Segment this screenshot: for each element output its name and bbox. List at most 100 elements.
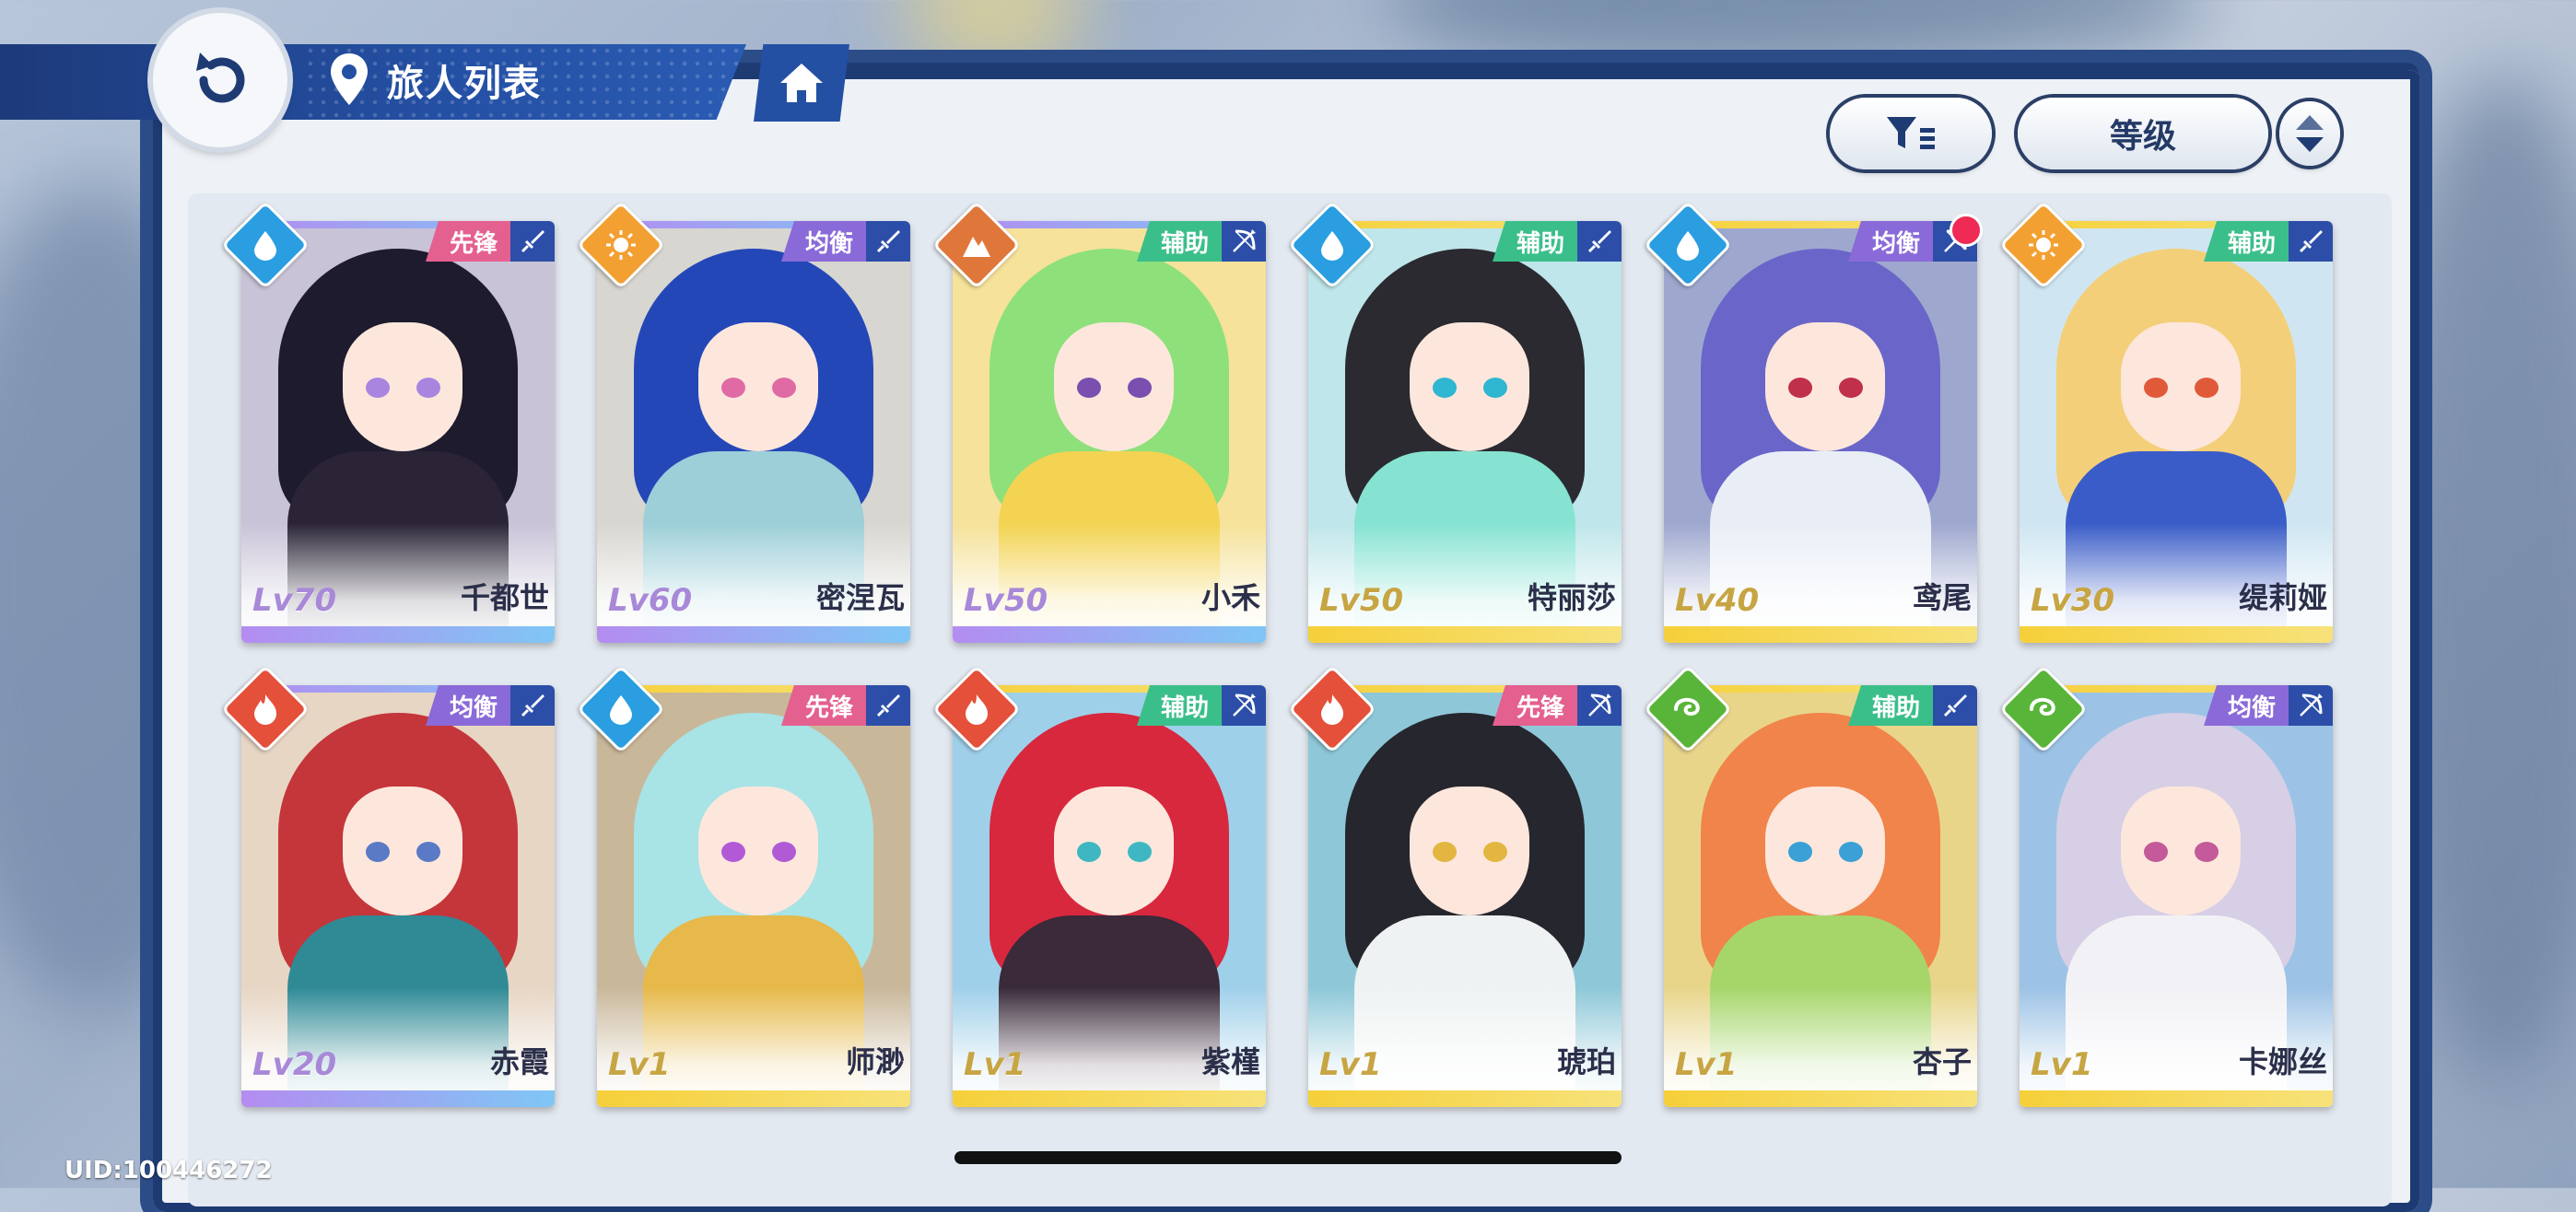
role-label: 辅助 xyxy=(2203,221,2289,262)
character-card[interactable]: Lv50 特丽莎 辅助 xyxy=(1287,200,1622,643)
card-portrait: Lv1 杏子 辅助 xyxy=(1664,685,1977,1107)
sun-element-icon xyxy=(606,230,636,260)
card-portrait: Lv1 琥珀 先锋 xyxy=(1308,685,1622,1107)
rarity-bar xyxy=(1308,626,1622,643)
character-level: Lv1 xyxy=(608,1046,671,1083)
rarity-bar xyxy=(953,626,1266,643)
character-name: 小禾 xyxy=(1200,580,1260,615)
character-level: Lv70 xyxy=(252,582,337,619)
character-level: Lv1 xyxy=(1675,1046,1738,1083)
home-button[interactable] xyxy=(754,44,849,122)
role-label: 均衡 xyxy=(1847,221,1933,262)
sword-weapon-icon xyxy=(521,694,544,717)
character-card[interactable]: Lv1 琥珀 先锋 xyxy=(1287,664,1622,1107)
water-element-icon xyxy=(1321,231,1343,261)
character-card[interactable]: Lv1 师渺 先锋 xyxy=(576,664,910,1107)
role-tag: 先锋 xyxy=(780,685,910,726)
character-name: 赤霞 xyxy=(489,1044,549,1079)
character-card[interactable]: Lv30 缇莉娅 辅助 xyxy=(1998,200,2333,643)
back-button[interactable] xyxy=(153,13,287,147)
weapon-badge xyxy=(510,221,555,262)
character-name: 密涅瓦 xyxy=(815,580,905,615)
weapon-badge xyxy=(866,221,910,262)
role-label: 先锋 xyxy=(1492,685,1577,726)
card-portrait: Lv30 缇莉娅 辅助 xyxy=(2020,221,2333,643)
water-element-icon xyxy=(610,695,632,725)
filter-button[interactable] xyxy=(1830,98,1992,169)
character-level: Lv1 xyxy=(1319,1046,1382,1083)
character-level: Lv50 xyxy=(1319,582,1404,619)
role-label: 先锋 xyxy=(425,221,510,262)
character-name: 卡娜丝 xyxy=(2238,1044,2327,1079)
notification-dot xyxy=(1950,214,1983,247)
role-tag: 辅助 xyxy=(1492,221,1622,262)
role-tag: 辅助 xyxy=(1136,221,1266,262)
sword-weapon-icon xyxy=(876,694,900,717)
weapon-badge xyxy=(1577,685,1622,726)
home-icon xyxy=(780,64,823,102)
character-name: 琥珀 xyxy=(1556,1044,1616,1079)
card-portrait: Lv40 鸢尾 均衡 xyxy=(1664,221,1977,643)
sword-weapon-icon xyxy=(1943,694,1967,717)
fire-element-icon xyxy=(254,694,276,725)
character-level: Lv40 xyxy=(1675,582,1760,619)
rarity-bar xyxy=(241,626,555,643)
role-tag: 均衡 xyxy=(425,685,555,726)
water-element-icon xyxy=(254,231,276,261)
role-label: 均衡 xyxy=(780,221,866,262)
back-arrow-icon xyxy=(196,52,245,103)
weapon-badge xyxy=(2289,221,2333,262)
role-label: 辅助 xyxy=(1136,221,1222,262)
filter-icon xyxy=(1887,117,1935,149)
role-tag: 均衡 xyxy=(2203,685,2333,726)
character-level: Lv60 xyxy=(608,582,693,619)
role-tag: 辅助 xyxy=(1847,685,1977,726)
card-portrait: Lv70 千都世 先锋 xyxy=(241,221,555,643)
sort-label: 等级 xyxy=(2109,118,2176,156)
character-card[interactable]: Lv1 杏子 辅助 xyxy=(1643,664,1977,1107)
character-name: 师渺 xyxy=(845,1044,905,1079)
sort-order-icon xyxy=(2296,115,2324,152)
character-name: 鸢尾 xyxy=(1912,580,1972,615)
character-card[interactable]: Lv40 鸢尾 均衡 xyxy=(1643,200,1983,643)
sword-weapon-icon xyxy=(1587,230,1611,253)
rarity-bar xyxy=(241,1090,555,1107)
character-card[interactable]: Lv1 紫槿 辅助 xyxy=(931,664,1266,1107)
fire-element-icon xyxy=(1321,694,1343,725)
bow-weapon-icon xyxy=(1233,229,1256,252)
card-portrait: Lv60 密涅瓦 均衡 xyxy=(597,221,910,643)
character-card[interactable]: Lv50 小禾 辅助 xyxy=(931,200,1266,643)
character-card[interactable]: Lv1 卡娜丝 均衡 xyxy=(1998,664,2333,1107)
water-element-icon xyxy=(1677,231,1699,261)
home-indicator-bar[interactable] xyxy=(954,1151,1622,1164)
character-card[interactable]: Lv20 赤霞 均衡 xyxy=(220,664,555,1107)
rarity-bar xyxy=(1664,1090,1977,1107)
sort-by-dropdown[interactable]: 等级 xyxy=(2018,98,2268,169)
location-pin-icon xyxy=(331,53,368,105)
card-portrait: Lv50 特丽莎 辅助 xyxy=(1308,221,1622,643)
rarity-bar xyxy=(2020,1090,2333,1107)
rarity-bar xyxy=(1308,1090,1622,1107)
bow-weapon-icon xyxy=(1233,693,1256,717)
sort-order-toggle[interactable] xyxy=(2279,101,2340,166)
character-name: 缇莉娅 xyxy=(2238,580,2327,615)
character-name: 紫槿 xyxy=(1200,1044,1260,1079)
role-label: 均衡 xyxy=(2203,685,2289,726)
character-level: Lv20 xyxy=(252,1046,337,1083)
character-name: 特丽莎 xyxy=(1527,580,1616,615)
role-label: 辅助 xyxy=(1847,685,1933,726)
card-portrait: Lv50 小禾 辅助 xyxy=(953,221,1266,643)
character-card[interactable]: Lv60 密涅瓦 均衡 xyxy=(576,200,910,643)
character-card[interactable]: Lv70 千都世 先锋 xyxy=(220,200,555,643)
uid-label: UID:100446272 xyxy=(64,1157,273,1184)
role-tag: 辅助 xyxy=(1136,685,1266,726)
role-tag: 先锋 xyxy=(425,221,555,262)
character-grid: Lv70 千都世 先锋 Lv60 密涅瓦 均衡 Lv50 小禾 辅助 Lv50 … xyxy=(220,200,2333,1107)
rarity-bar xyxy=(953,1090,1266,1107)
sword-weapon-icon xyxy=(521,230,544,253)
character-level: Lv50 xyxy=(964,582,1048,619)
fire-element-icon xyxy=(966,694,988,725)
bow-weapon-icon xyxy=(1588,693,1611,717)
title-ribbon xyxy=(0,44,746,120)
role-label: 辅助 xyxy=(1136,685,1222,726)
